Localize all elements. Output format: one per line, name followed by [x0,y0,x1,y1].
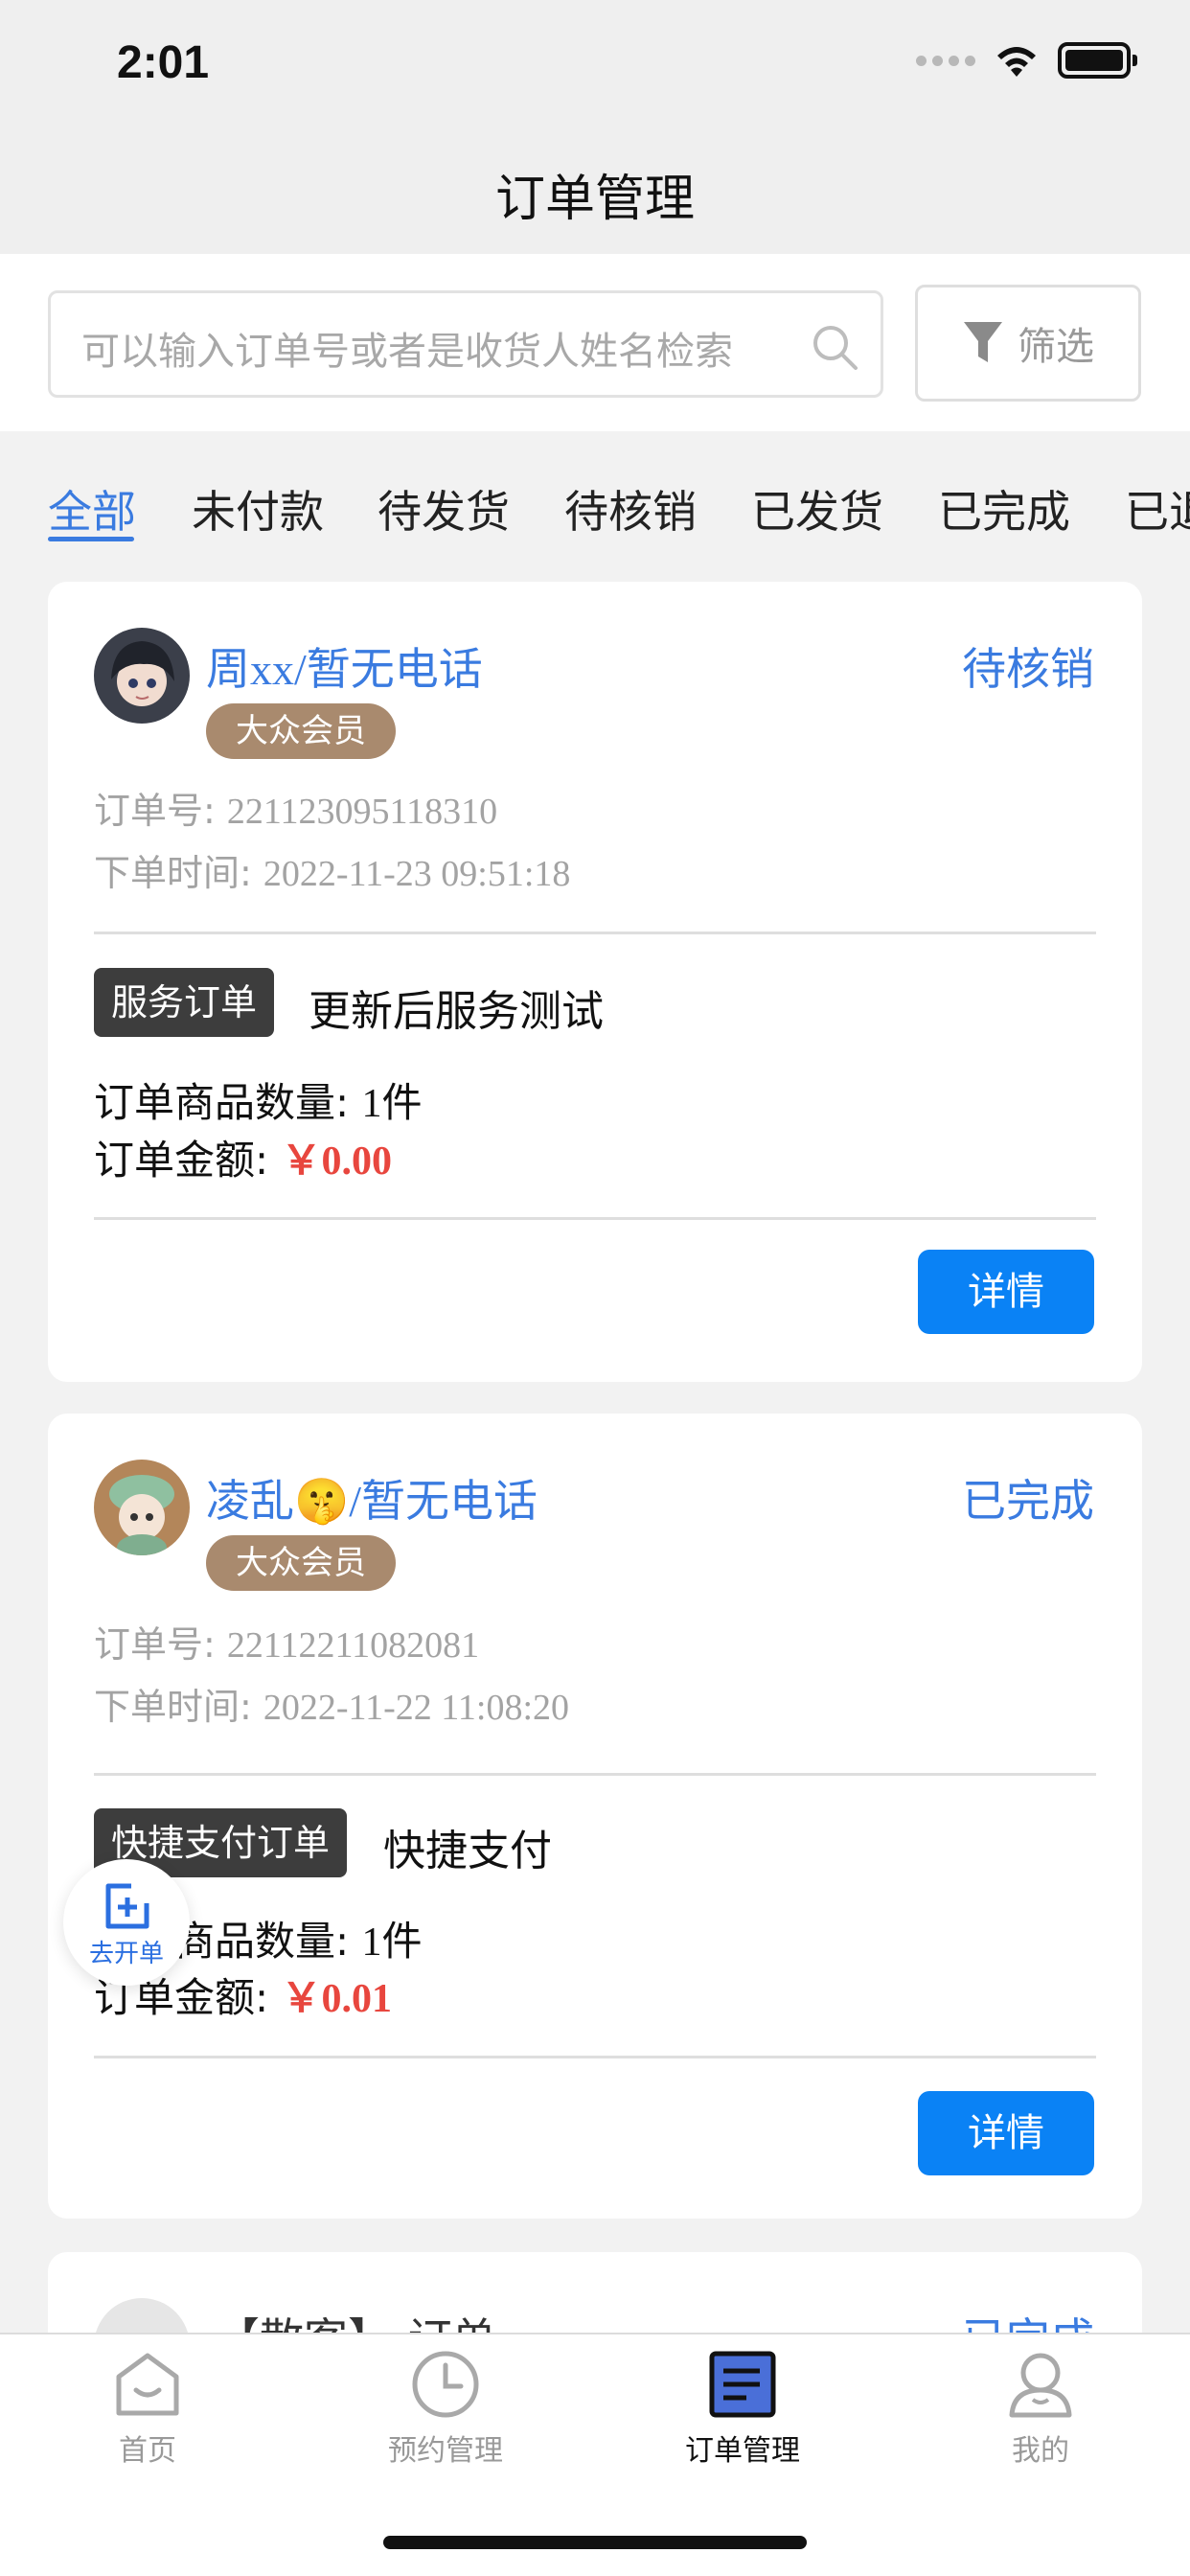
filter-label: 筛选 [1018,325,1094,369]
detail-button[interactable]: 详情 [918,2091,1094,2175]
amount-row: 订单金额: ￥0.00 [94,1128,392,1186]
amount-value: ￥0.01 [281,1977,393,2021]
order-time-row: 下单时间: 2022-11-22 11:08:20 [94,1677,569,1730]
wifi-icon [997,47,1036,77]
customer-name: 周xx/暂无电话 [206,645,483,694]
product-name: 快捷支付 [383,1827,552,1875]
order-time: 2022-11-23 09:51:18 [263,854,571,894]
tabbar-label: 我的 [1012,2434,1069,2468]
order-number-row: 订单号: 221123095118310 [94,781,497,834]
tabbar-label: 订单管理 [685,2434,800,2468]
tab-refunded[interactable]: 已退 [1125,477,1190,540]
divider [94,932,1096,934]
status-icons [916,42,1137,79]
search-input[interactable]: 可以输入订单号或者是收货人姓名检索 [48,290,883,398]
order-type-tag: 服务订单 [94,968,275,1037]
search-area: 可以输入订单号或者是收货人姓名检索 筛选 [0,254,1190,431]
quantity-value: 1件 [361,1082,423,1126]
quantity-row: 订单商品数量: 1件 [94,1070,423,1129]
search-placeholder: 可以输入订单号或者是收货人姓名检索 [81,330,733,374]
member-badge: 大众会员 [206,1535,396,1591]
divider [94,2056,1096,2058]
customer-name: 凌乱🤫/暂无电话 [206,1477,538,1526]
tabbar-item-home[interactable]: 首页 [52,2348,243,2469]
home-icon [116,2353,179,2416]
member-badge: 大众会员 [206,703,396,759]
divider [94,1217,1096,1220]
home-indicator [383,2536,807,2549]
order-card: 凌乱🤫/暂无电话 已完成 大众会员 订单号: 22112211082081 下单… [48,1414,1142,2219]
status-time: 2:01 [117,37,210,88]
add-order-icon [105,1883,149,1929]
tab-completed[interactable]: 已完成 [938,477,1070,540]
search-icon[interactable] [810,322,859,372]
order-time-label: 下单时间: [94,852,252,894]
avatar [94,628,190,724]
battery-icon [1058,42,1137,79]
page-title: 订单管理 [494,171,695,228]
tab-to-verify[interactable]: 待核销 [564,477,697,540]
quantity-label: 订单商品数量: [94,1079,350,1126]
tabbar-item-profile[interactable]: 我的 [945,2348,1136,2469]
create-order-button[interactable]: 去开单 [63,1859,190,1986]
tabbar-label: 预约管理 [388,2434,503,2468]
quantity-value: 1件 [361,1920,423,1965]
tab-all[interactable]: 全部 [48,477,136,540]
amount-label: 订单金额: [94,1137,269,1184]
order-card: 周xx/暂无电话 待核销 大众会员 订单号: 221123095118310 下… [48,582,1142,1382]
order-status: 已完成 [962,1475,1094,1527]
order-number: 221123095118310 [226,792,498,832]
status-tabs: 全部 未付款 待发货 待核销 已发货 已完成 已退 [0,431,1190,575]
tabbar-item-orders[interactable]: 订单管理 [647,2348,838,2469]
order-time: 2022-11-22 11:08:20 [263,1688,570,1728]
filter-icon [964,322,1002,362]
tab-to-ship[interactable]: 待发货 [378,477,510,540]
clock-icon [412,2351,479,2418]
order-number-row: 订单号: 22112211082081 [94,1615,479,1668]
tab-unpaid[interactable]: 未付款 [192,477,324,540]
tabbar-label: 首页 [119,2434,176,2468]
amount-value: ￥0.00 [281,1139,393,1184]
product-name: 更新后服务测试 [309,987,604,1036]
top-bar: 2:01 订单管理 [0,0,1190,254]
order-number: 22112211082081 [226,1625,480,1666]
tabbar-item-appointments[interactable]: 预约管理 [350,2348,541,2469]
divider [94,1773,1096,1776]
create-order-label: 去开单 [88,1940,164,1968]
order-number-label: 订单号: [94,790,216,832]
detail-button[interactable]: 详情 [918,1250,1094,1334]
order-time-row: 下单时间: 2022-11-23 09:51:18 [94,843,570,896]
avatar [94,1460,190,1555]
order-number-label: 订单号: [94,1623,216,1666]
order-time-label: 下单时间: [94,1686,252,1728]
order-status: 待核销 [962,643,1094,695]
signal-icon [916,55,975,66]
order-list-icon [709,2351,776,2418]
tab-active-indicator [48,537,134,541]
filter-button[interactable]: 筛选 [915,285,1141,402]
tab-shipped[interactable]: 已发货 [751,477,883,540]
profile-icon [1009,2353,1072,2418]
